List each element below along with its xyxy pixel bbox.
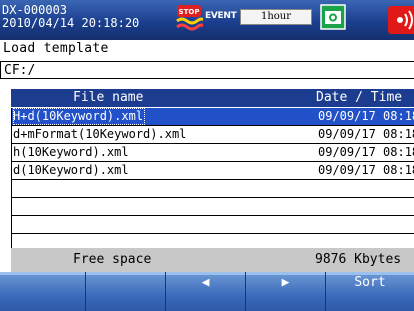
sort-button[interactable]: Sort — [326, 272, 414, 311]
device-id: DX-000003 — [2, 3, 68, 17]
stop-icon: STOP — [176, 5, 203, 31]
empty-row — [12, 216, 414, 234]
dialog-title: Load template — [3, 41, 109, 56]
file-name: d(10Keyword).xml — [13, 163, 129, 177]
table-row[interactable]: d+mFormat(10Keyword).xml 09/09/17 08:18 — [12, 126, 414, 144]
scroll-right-button[interactable]: ▶ — [246, 272, 326, 311]
free-space-label: Free space — [73, 252, 152, 267]
file-date: 09/09/17 08:18 — [318, 109, 414, 123]
snapshot-icon — [320, 4, 346, 30]
column-date-time[interactable]: Date / Time — [316, 89, 402, 107]
softkey-bar: ◀ ▶ Sort — [0, 272, 414, 311]
free-space-bar: Free space 9876 Kbytes — [11, 248, 414, 272]
event-label: EVENT — [205, 11, 237, 21]
file-date: 09/09/17 08:18 — [318, 127, 414, 141]
file-date: 09/09/17 08:18 — [318, 163, 414, 177]
file-name: d+mFormat(10Keyword).xml — [13, 127, 187, 141]
file-name: H+d(10Keyword).xml — [13, 108, 146, 125]
svg-text:STOP: STOP — [179, 8, 200, 16]
table-row[interactable]: H+d(10Keyword).xml 09/09/17 08:18 — [12, 108, 414, 126]
table-row[interactable]: h(10Keyword).xml 09/09/17 08:18 — [12, 144, 414, 162]
softkey-2[interactable] — [86, 272, 166, 311]
free-space-value: 9876 Kbytes — [315, 252, 402, 267]
file-name: h(10Keyword).xml — [13, 145, 129, 159]
empty-row — [12, 180, 414, 198]
status-bar: DX-000003 2010/04/14 20:18:20 STOP EVENT… — [0, 0, 414, 40]
file-list[interactable]: H+d(10Keyword).xml 09/09/17 08:18 d+mFor… — [11, 108, 414, 249]
softkey-1[interactable] — [0, 272, 86, 311]
column-file-name[interactable]: File name — [73, 89, 143, 107]
empty-row — [12, 198, 414, 216]
date-time: 2010/04/14 20:18:20 — [2, 16, 140, 30]
file-date: 09/09/17 08:18 — [318, 145, 414, 159]
file-table-header: File name Date / Time — [11, 89, 414, 107]
table-row[interactable]: d(10Keyword).xml 09/09/17 08:18 — [12, 162, 414, 180]
path-field[interactable]: CF:/ — [0, 61, 414, 79]
arrow-right-icon: ▶ — [281, 275, 290, 290]
alarm-icon — [388, 6, 414, 34]
interval-indicator: 1hour — [240, 9, 312, 25]
arrow-left-icon: ◀ — [201, 275, 210, 290]
scroll-left-button[interactable]: ◀ — [166, 272, 246, 311]
